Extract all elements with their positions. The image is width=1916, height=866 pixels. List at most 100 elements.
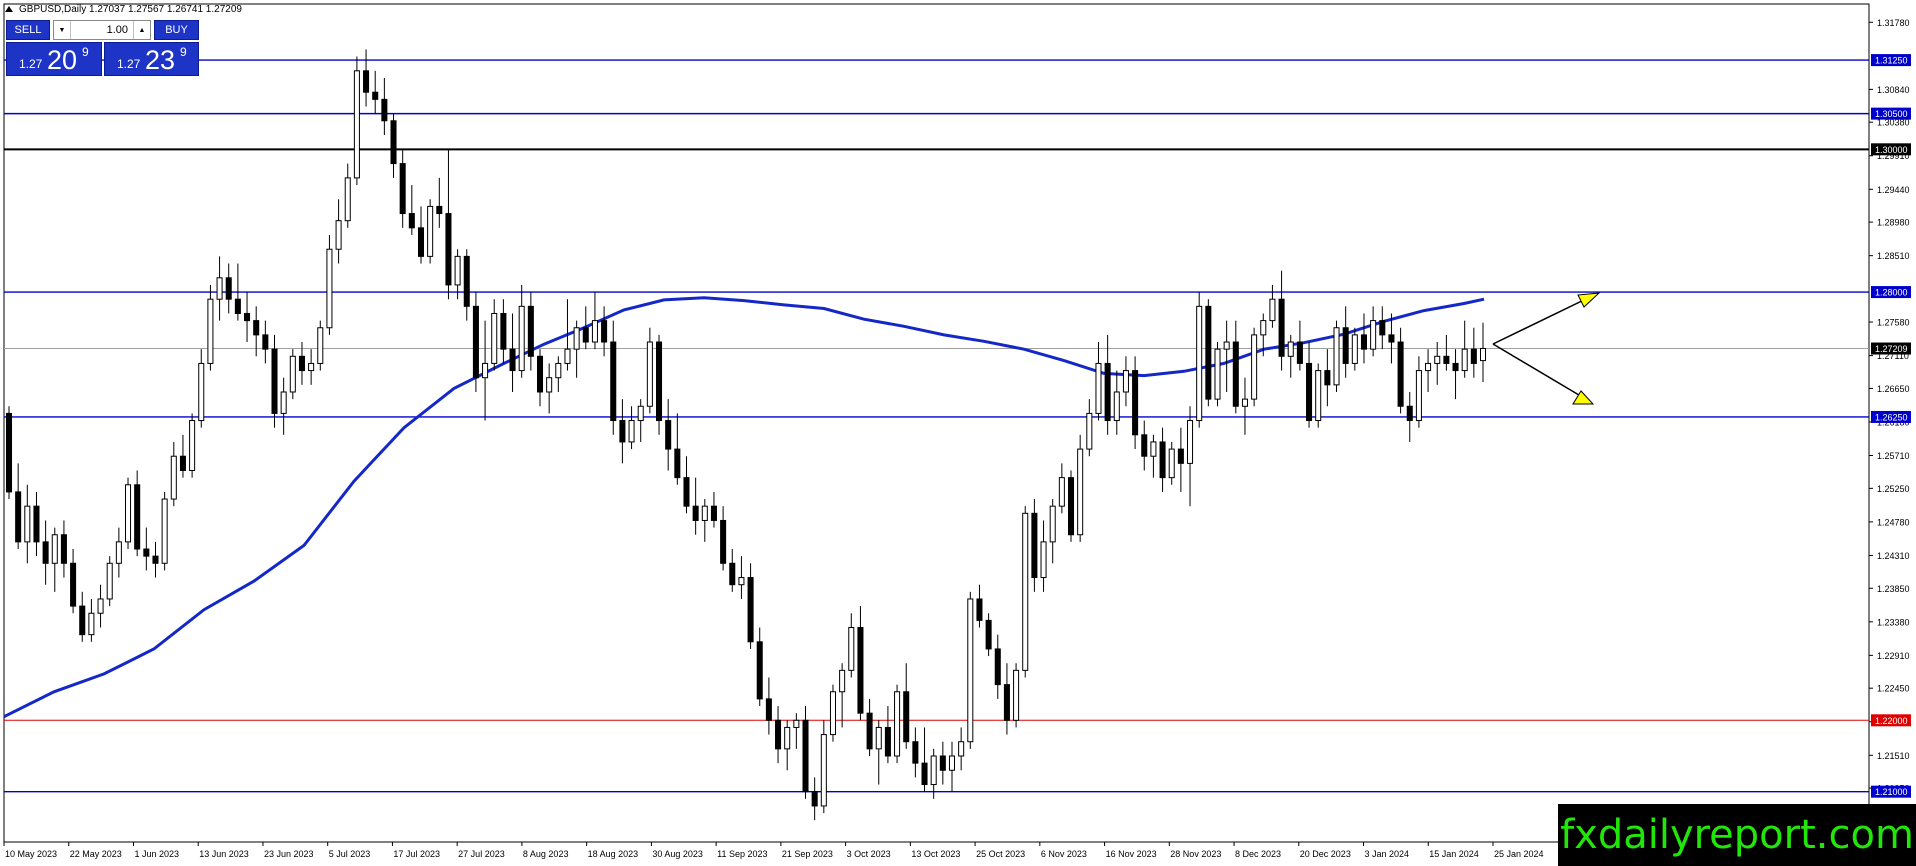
date-tick-label: 25 Oct 2023 [976, 849, 1025, 859]
bullish-candle-body [555, 362, 562, 379]
bearish-candle-body [912, 741, 919, 764]
level-label: 1.22000 [1875, 716, 1908, 726]
candle [317, 320, 324, 371]
bearish-candle-body [134, 484, 141, 550]
date-tick-label: 17 Jul 2023 [393, 849, 440, 859]
bullish-candle-body [637, 405, 644, 422]
chart-menu-icon[interactable] [5, 6, 13, 12]
bullish-candle-body [216, 277, 223, 300]
bullish-candle-body [1223, 341, 1230, 350]
bearish-candle-body [390, 120, 397, 165]
price-tick-label: 1.23850 [1877, 584, 1910, 594]
triangle-up-icon[interactable]: ▲ [133, 21, 150, 39]
lot-size-field[interactable]: ▼ 1.00 ▲ [53, 20, 151, 40]
level-label: 1.30500 [1875, 109, 1908, 119]
date-tick-label: 8 Aug 2023 [523, 849, 569, 859]
bullish-candle-body [1214, 348, 1221, 400]
bearish-candle-body [939, 755, 946, 771]
bearish-candle-body [1278, 298, 1285, 357]
bullish-candle-body [1434, 355, 1441, 364]
bullish-candle-body [97, 598, 104, 614]
bearish-candle-body [1324, 370, 1331, 386]
bullish-candle-body [1040, 541, 1047, 579]
bullish-candle-body [1315, 370, 1322, 422]
bearish-candle-body [262, 334, 269, 350]
bearish-candle-body [179, 455, 186, 471]
bullish-candle-body [564, 348, 571, 364]
bullish-candle-body [1241, 398, 1248, 407]
bearish-candle-body [60, 534, 67, 564]
bullish-candle-body [1351, 334, 1358, 364]
bearish-candle-body [692, 505, 699, 521]
one-click-trading-panel: SELL ▼ 1.00 ▲ BUY 1.27 20 9 1.27 23 9 [6, 20, 199, 76]
bullish-candle-body [1415, 370, 1422, 422]
bullish-candle-body [738, 577, 745, 586]
bearish-candle-body [994, 648, 1001, 686]
candle [1251, 327, 1258, 407]
bearish-candle-body [271, 348, 278, 414]
bullish-candle-body [784, 726, 791, 750]
candle [820, 720, 827, 814]
bullish-candle-body [170, 455, 177, 500]
bullish-candle-body [335, 220, 342, 250]
candle [1205, 299, 1212, 407]
bullish-candle-body [1251, 334, 1258, 400]
date-tick-label: 21 Sep 2023 [782, 849, 833, 859]
date-tick-label: 30 Aug 2023 [652, 849, 703, 859]
buy-button[interactable]: BUY [154, 20, 199, 40]
buy-price-pipette: 9 [180, 45, 187, 59]
bearish-candle-body [436, 205, 443, 215]
bullish-candle-body [189, 420, 196, 471]
bearish-candle-body [710, 505, 717, 521]
buy-price-button[interactable]: 1.27 23 9 [104, 42, 199, 76]
bearish-candle-body [985, 619, 992, 650]
candle [1196, 292, 1203, 428]
bearish-candle-body [1159, 441, 1166, 479]
price-chart[interactable]: 1.317801.308401.303801.299101.294401.289… [0, 0, 1916, 866]
bearish-candle-body [866, 712, 873, 750]
bullish-candle-body [1187, 420, 1194, 464]
lot-size-value: 1.00 [106, 24, 128, 36]
bearish-candle-body [619, 420, 626, 443]
bullish-candle-body [454, 255, 461, 286]
candle [353, 56, 360, 186]
bullish-candle-body [326, 248, 333, 329]
sell-button[interactable]: SELL [6, 20, 50, 40]
price-tick-label: 1.28510 [1877, 251, 1910, 261]
bullish-candle-body [848, 627, 855, 671]
bearish-candle-body [298, 355, 305, 372]
bearish-candle-body [1406, 405, 1413, 422]
bearish-candle-body [225, 277, 232, 300]
bullish-candle-body [1287, 341, 1294, 357]
bullish-candle-body [958, 741, 965, 757]
bearish-candle-body [756, 641, 763, 700]
bullish-candle-body [125, 484, 132, 543]
bullish-candle-body [1260, 320, 1267, 336]
bearish-candle-body [1452, 362, 1459, 372]
bullish-candle-body [1058, 477, 1065, 507]
bullish-candle-body [1333, 327, 1340, 386]
bearish-candle-body [500, 312, 507, 350]
bearish-candle-body [152, 555, 159, 564]
candle [125, 477, 132, 550]
bearish-candle-body [1104, 362, 1111, 422]
bearish-candle-body [70, 562, 77, 607]
candle [1315, 363, 1322, 428]
bearish-candle-body [1388, 334, 1395, 343]
sell-price-button[interactable]: 1.27 20 9 [6, 42, 102, 76]
date-tick-label: 3 Jan 2024 [1365, 849, 1410, 859]
bearish-candle-body [1141, 434, 1148, 457]
bearish-candle-body [445, 213, 452, 286]
bullish-candle-body [106, 562, 113, 600]
candle [106, 556, 113, 607]
price-tick-label: 1.28980 [1877, 218, 1910, 228]
bearish-candle-body [15, 491, 22, 543]
triangle-down-icon[interactable]: ▼ [54, 21, 71, 39]
date-tick-label: 23 Jun 2023 [264, 849, 314, 859]
bullish-candle-body [1013, 669, 1020, 721]
price-tick-label: 1.29440 [1877, 185, 1910, 195]
sell-price-prefix: 1.27 [19, 57, 43, 71]
bearish-candle-body [372, 91, 379, 100]
date-tick-label: 6 Nov 2023 [1041, 849, 1087, 859]
bullish-candle-body [115, 541, 122, 564]
